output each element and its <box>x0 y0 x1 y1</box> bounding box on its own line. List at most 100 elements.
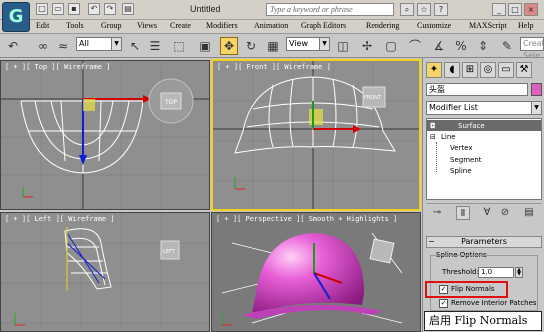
create-selection-set-field[interactable]: Create Sele <box>520 37 544 60</box>
new-file-icon[interactable]: □ <box>36 3 48 15</box>
menu-animation[interactable]: Animation <box>254 21 288 30</box>
snap-toggle-icon[interactable]: ⌒ <box>406 37 424 55</box>
object-color-swatch[interactable] <box>531 83 542 96</box>
menu-modifiers[interactable]: Modifiers <box>206 21 238 30</box>
motion-tab-icon[interactable]: ◎ <box>480 62 496 78</box>
display-tab-icon[interactable]: ▭ <box>498 62 514 78</box>
viewport-top[interactable]: [ + ][ Top ][ Wireframe ] TOP <box>0 60 210 210</box>
menu-tools[interactable]: Tools <box>66 21 84 30</box>
viewcube-front-label[interactable]: FRONT <box>364 95 382 101</box>
stack-tree-line <box>436 142 437 172</box>
threshold-spinner[interactable]: ▲ ▼ <box>515 267 523 278</box>
redo-icon[interactable]: ↷ <box>104 3 116 15</box>
remove-interior-patches-checkbox[interactable]: ✓ <box>439 299 448 308</box>
menu-help[interactable]: Help <box>518 21 534 30</box>
menu-customize[interactable]: Customize <box>417 21 451 30</box>
pin-stack-icon[interactable]: ⊸ <box>430 206 444 220</box>
search-input[interactable]: Type a keyword or phrase <box>266 3 394 16</box>
menu-rendering[interactable]: Rendering <box>366 21 399 30</box>
keyboard-shortcut-icon[interactable]: ▢ <box>382 37 400 55</box>
undo-icon[interactable]: ↶ <box>88 3 100 15</box>
remove-modifier-icon[interactable]: ⊘ <box>498 206 512 220</box>
document-title: Untitled <box>190 4 221 14</box>
viewport-front-label[interactable]: [ + ][ Front ][ Wireframe ] <box>217 63 331 71</box>
selection-filter-value: All <box>79 39 89 48</box>
stack-collapse-icon[interactable]: ⊟ <box>430 132 436 142</box>
help-icon[interactable]: ? <box>434 3 448 16</box>
open-file-icon[interactable]: ▭ <box>52 3 64 15</box>
threshold-input[interactable]: 1.0 <box>478 267 514 278</box>
percent-snap-icon[interactable]: % <box>452 37 470 55</box>
viewport-top-label[interactable]: [ + ][ Top ][ Wireframe ] <box>5 63 110 71</box>
hierarchy-tab-icon[interactable]: ⊞ <box>462 62 478 78</box>
selection-filter-dropdown[interactable]: All ▼ <box>76 37 122 51</box>
rollout-title: Parameters <box>461 237 507 246</box>
stack-item-line[interactable]: Line <box>441 132 456 142</box>
viewport-perspective-label[interactable]: [ + ][ Perspective ][ Smooth + Highlight… <box>216 215 397 223</box>
viewport-left-label[interactable]: [ + ][ Left ][ Wireframe ] <box>5 215 115 223</box>
reference-coordinate-dropdown[interactable]: View ▼ <box>286 37 330 51</box>
spinner-snap-icon[interactable]: ⇕ <box>474 37 492 55</box>
close-button[interactable]: × <box>524 3 538 16</box>
link-icon[interactable]: ∞ <box>34 37 52 55</box>
reference-coordinate-value: View <box>289 39 308 48</box>
stack-item-spline[interactable]: Spline <box>450 166 472 176</box>
stack-item-surface[interactable]: Surface <box>458 121 485 131</box>
create-tab-icon[interactable]: ✦ <box>426 62 442 78</box>
rectangular-selection-icon[interactable]: ⬚ <box>170 37 188 55</box>
menu-group[interactable]: Group <box>101 21 121 30</box>
viewport-top-canvas: TOP <box>1 61 209 209</box>
stack-item-vertex[interactable]: Vertex <box>450 143 473 153</box>
viewport-left[interactable]: [ + ][ Left ][ Wireframe ] LEFT <box>0 212 210 332</box>
project-folder-icon[interactable]: ▤ <box>122 3 134 15</box>
select-and-rotate-icon[interactable]: ↻ <box>242 37 260 55</box>
undo-toolbar-icon[interactable]: ↶ <box>4 37 22 55</box>
threshold-label: Threshold: <box>442 268 479 276</box>
stack-item-segment[interactable]: Segment <box>450 155 482 165</box>
menu-create[interactable]: Create <box>170 21 191 30</box>
viewport-left-canvas: LEFT <box>1 213 209 331</box>
viewport-front[interactable]: [ + ][ Front ][ Wireframe ] FRONT <box>211 59 421 211</box>
menu-graph-editors[interactable]: Graph Editors <box>301 21 346 30</box>
bind-space-warp-icon[interactable]: ≈ <box>54 37 72 55</box>
select-by-name-icon[interactable]: ☰ <box>146 37 164 55</box>
make-unique-icon[interactable]: ∀ <box>480 206 494 220</box>
flip-normals-highlight <box>425 281 508 298</box>
search-icon[interactable]: ⌕ <box>400 3 414 16</box>
utilities-tab-icon[interactable]: ⚒ <box>516 62 532 78</box>
select-and-move-icon[interactable]: ✥ <box>220 37 238 55</box>
modifier-list-label: Modifier List <box>429 103 478 112</box>
viewcube-left-label[interactable]: LEFT <box>163 249 176 255</box>
tutorial-callout: 启用 Flip Normals <box>424 311 542 331</box>
viewport-perspective[interactable]: [ + ][ Perspective ][ Smooth + Highlight… <box>211 212 421 332</box>
minimize-button[interactable]: _ <box>492 3 506 16</box>
menu-edit[interactable]: Edit <box>36 21 49 30</box>
modify-tab-icon[interactable]: ◖ <box>444 62 460 78</box>
pivot-center-icon[interactable]: ◫ <box>334 37 352 55</box>
chevron-down-icon: ▼ <box>319 38 329 50</box>
rollout-collapse-icon[interactable]: − <box>428 237 435 246</box>
viewport-front-canvas: FRONT <box>213 61 419 209</box>
stack-eye-icon[interactable]: ◘ <box>430 121 436 131</box>
parameters-rollout-header[interactable]: Parameters <box>426 236 542 248</box>
viewcube-top-label[interactable]: TOP <box>164 99 177 106</box>
configure-modifier-sets-icon[interactable]: ▤ <box>522 206 536 220</box>
select-object-icon[interactable]: ↖ <box>126 37 144 55</box>
object-name-field[interactable]: 头盔 <box>426 83 528 96</box>
select-manipulate-icon[interactable]: ✢ <box>358 37 376 55</box>
app-logo-icon[interactable]: G <box>2 2 30 32</box>
save-file-icon[interactable]: ▪ <box>68 3 80 15</box>
select-and-scale-icon[interactable]: ▦ <box>264 37 282 55</box>
edit-named-selection-icon[interactable]: ✎ <box>498 37 516 55</box>
angle-snap-icon[interactable]: ∡ <box>430 37 448 55</box>
menu-maxscript[interactable]: MAXScript <box>469 21 507 30</box>
menu-views[interactable]: Views <box>137 21 157 30</box>
show-end-result-icon[interactable]: Ⅱ <box>456 206 470 220</box>
subscription-icon[interactable]: ☆ <box>417 3 431 16</box>
chevron-down-icon: ▼ <box>531 102 541 114</box>
maximize-button[interactable]: □ <box>508 3 522 16</box>
modifier-list-dropdown[interactable]: Modifier List ▼ <box>426 101 542 115</box>
remove-interior-patches-label[interactable]: Remove Interior Patches <box>451 299 537 307</box>
window-crossing-icon[interactable]: ▣ <box>196 37 214 55</box>
chevron-down-icon: ▼ <box>111 38 121 50</box>
